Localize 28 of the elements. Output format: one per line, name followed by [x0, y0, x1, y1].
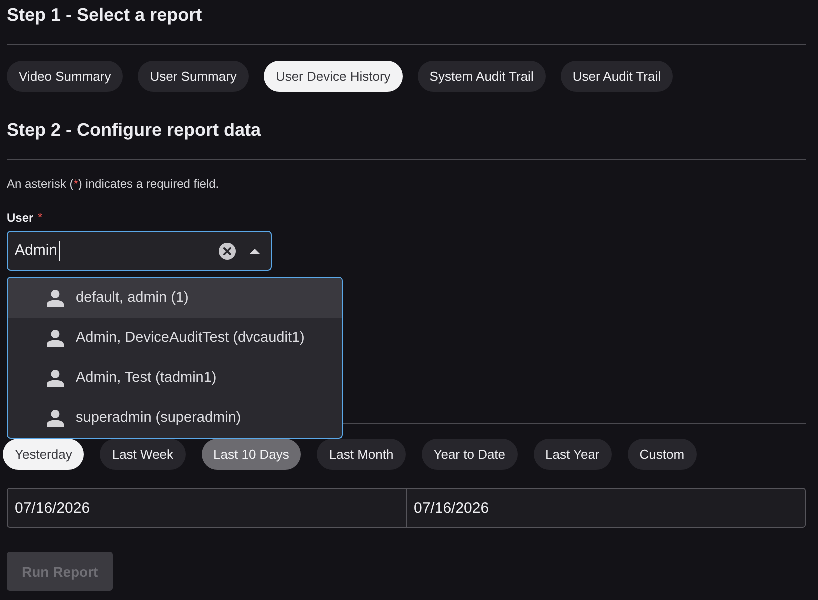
caret-icon[interactable]	[250, 248, 260, 254]
field-label: User	[7, 210, 34, 226]
person-icon	[47, 370, 64, 386]
required-mark: *	[38, 210, 43, 226]
date-range-chip[interactable]: Yesterday	[3, 439, 84, 470]
date-range-chip[interactable]: Custom	[628, 439, 697, 470]
clear-icon[interactable]	[219, 242, 236, 260]
date-range-chip[interactable]: Last Month	[317, 439, 406, 470]
person-icon	[47, 410, 64, 426]
dropdown-option[interactable]: Admin, Test (tadmin1)	[8, 358, 342, 398]
report-chip[interactable]: System Audit Trail	[418, 61, 546, 92]
report-chip[interactable]: User Device History	[264, 61, 403, 92]
date-range-chip[interactable]: Last Week	[100, 439, 186, 470]
date-range-chip[interactable]: Last 10 Days	[202, 439, 302, 470]
required-field-note: An asterisk (*) indicates a required field.	[7, 176, 220, 192]
report-chip[interactable]: Video Summary	[7, 61, 124, 92]
report-chip[interactable]: User Summary	[138, 61, 249, 92]
dropdown-option[interactable]: Admin, DeviceAuditTest (dvcaudit1)	[8, 318, 342, 358]
report-chip[interactable]: User Audit Trail	[560, 61, 673, 92]
dropdown-option[interactable]: default, admin (1)	[8, 278, 342, 318]
person-icon	[47, 330, 64, 346]
section-heading: Step 1 - Select a report	[7, 4, 202, 26]
dropdown-option[interactable]: superadmin (superadmin)	[8, 398, 342, 438]
date-range-chip[interactable]: Year to Date	[422, 439, 518, 470]
section-heading: Step 2 - Configure report data	[7, 119, 262, 141]
user-select-field[interactable]: Admin	[7, 231, 272, 271]
person-icon	[47, 290, 64, 306]
date-range-chip[interactable]: Last Year	[534, 439, 612, 470]
